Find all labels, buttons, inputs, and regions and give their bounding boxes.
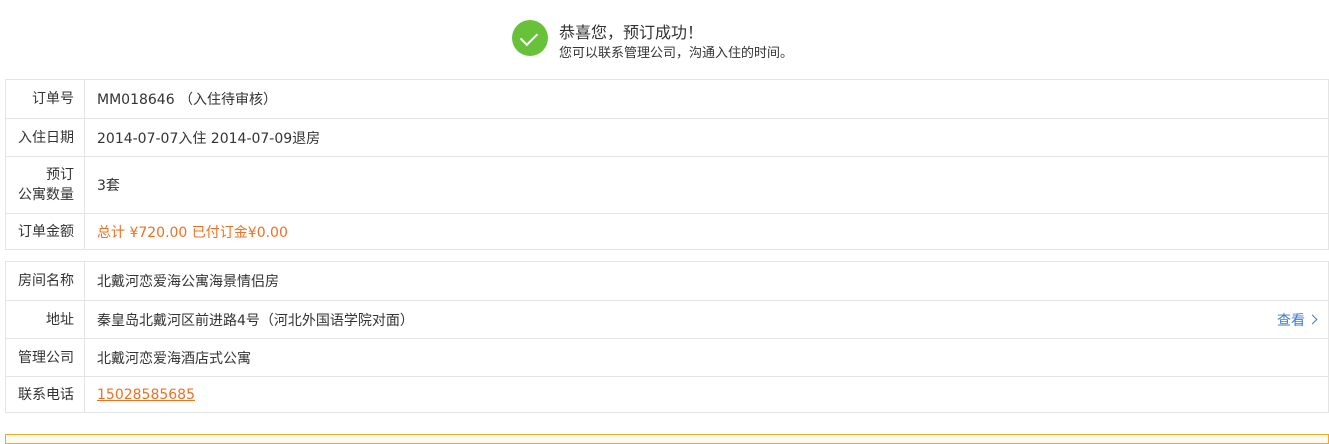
notice-bar	[5, 434, 1329, 444]
chevron-right-icon	[1307, 314, 1318, 325]
apartment-count-row: 预订 公寓数量 3套	[6, 156, 1328, 213]
apartment-count-label: 预订 公寓数量	[6, 157, 85, 213]
dates-label: 入住日期	[6, 119, 85, 156]
apartment-count-label-line2: 公寓数量	[18, 187, 74, 203]
phone-link[interactable]: 15028585685	[97, 387, 195, 403]
amount-row: 订单金额 总计 ¥720.00 已付订金¥0.00	[6, 213, 1328, 249]
order-no-row: 订单号 MM018646 （入住待审核）	[6, 80, 1328, 118]
apartment-count-value: 3套	[97, 178, 120, 194]
phone-label: 联系电话	[6, 377, 85, 412]
order-no-value: MM018646 （入住待审核）	[97, 92, 278, 108]
view-map-label: 查看	[1277, 312, 1305, 329]
address-value: 秦皇岛北戴河区前进路4号（河北外国语学院对面）	[97, 312, 414, 329]
room-info-card: 房间名称 北戴河恋爱海公寓海景情侣房 地址 秦皇岛北戴河区前进路4号（河北外国语…	[5, 261, 1329, 413]
address-label: 地址	[6, 301, 85, 338]
order-info-card: 订单号 MM018646 （入住待审核） 入住日期 2014-07-07入住 2…	[5, 79, 1329, 250]
company-row: 管理公司 北戴河恋爱海酒店式公寓	[6, 338, 1328, 376]
amount-label: 订单金额	[6, 214, 85, 249]
success-title: 恭喜您，预订成功！	[559, 23, 704, 42]
order-no-label: 订单号	[6, 80, 85, 118]
room-name-label: 房间名称	[6, 262, 85, 300]
apartment-count-label-line1: 预订	[46, 167, 74, 183]
phone-row: 联系电话 15028585685	[6, 376, 1328, 412]
phone-value-wrapper: 15028585685	[97, 377, 195, 412]
success-subtitle: 您可以联系管理公司，沟通入住的时间。	[559, 46, 794, 61]
check-circle-icon	[512, 20, 548, 56]
dates-row: 入住日期 2014-07-07入住 2014-07-09退房	[6, 118, 1328, 156]
amount-value: 总计 ¥720.00 已付订金¥0.00	[97, 224, 288, 241]
room-name-row: 房间名称 北戴河恋爱海公寓海景情侣房	[6, 262, 1328, 300]
company-label: 管理公司	[6, 339, 85, 376]
dates-value: 2014-07-07入住 2014-07-09退房	[97, 130, 321, 147]
address-row: 地址 秦皇岛北戴河区前进路4号（河北外国语学院对面） 查看	[6, 300, 1328, 338]
room-name-value: 北戴河恋爱海公寓海景情侣房	[97, 274, 279, 290]
company-value: 北戴河恋爱海酒店式公寓	[97, 350, 251, 367]
view-map-link[interactable]: 查看	[1277, 301, 1318, 338]
